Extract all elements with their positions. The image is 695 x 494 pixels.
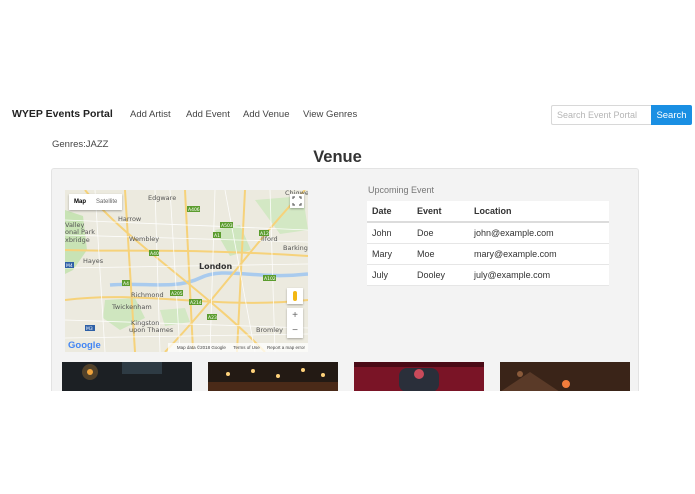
zoom-in-button[interactable]: + [287, 308, 303, 323]
svg-text:M4: M4 [66, 263, 73, 269]
svg-text:A205: A205 [171, 291, 183, 297]
svg-text:A12: A12 [260, 231, 269, 237]
svg-text:London: London [199, 262, 233, 271]
column-header-location: Location [469, 201, 609, 223]
venue-photo-3[interactable] [354, 362, 484, 391]
venue-photo-1[interactable] [62, 362, 192, 391]
svg-text:A503: A503 [221, 223, 233, 229]
map-type-control: Map Satellite [69, 194, 123, 210]
events-table: Date Event Location John Doe john@exampl… [367, 201, 609, 286]
nav-add-artist[interactable]: Add Artist [130, 109, 171, 120]
map-type-satellite[interactable]: Satellite [91, 194, 122, 210]
page-title: Venue [313, 148, 362, 166]
svg-text:Hayes: Hayes [83, 257, 104, 265]
svg-text:Harrow: Harrow [118, 215, 142, 223]
fullscreen-icon[interactable] [290, 194, 304, 208]
svg-text:Edgware: Edgware [148, 194, 176, 202]
svg-text:A23: A23 [208, 315, 217, 321]
svg-text:xbridge: xbridge [65, 236, 90, 244]
cell-event: Dooley [412, 264, 469, 286]
google-logo: Google [68, 340, 101, 351]
map-tiles: Edgware Harrow Wembley Hayes London Rich… [65, 190, 308, 352]
svg-text:Richmond: Richmond [131, 291, 164, 299]
svg-text:A4: A4 [123, 281, 129, 287]
nav-add-event[interactable]: Add Event [186, 109, 230, 120]
svg-text:M3: M3 [86, 326, 93, 332]
cell-location: mary@example.com [469, 243, 609, 265]
table-row: John Doe john@example.com [367, 222, 609, 244]
svg-text:upon Thames: upon Thames [129, 326, 174, 334]
nav-add-venue[interactable]: Add Venue [243, 109, 290, 120]
zoom-out-button[interactable]: − [287, 323, 303, 338]
top-navbar: WYEP Events Portal Add Artist Add Event … [0, 103, 695, 127]
cell-date: Mary [367, 243, 412, 265]
svg-text:Twickenham: Twickenham [111, 303, 152, 311]
table-header-row: Date Event Location [367, 201, 609, 223]
venue-photo-2[interactable] [208, 362, 338, 391]
upcoming-event-label: Upcoming Event [368, 185, 435, 195]
cell-date: John [367, 222, 412, 244]
map-terms-link[interactable]: Terms of Use [233, 345, 260, 350]
venue-map[interactable]: Edgware Harrow Wembley Hayes London Rich… [65, 190, 308, 352]
map-footer: Map data ©2018 Google Terms of Use Repor… [167, 343, 308, 352]
venue-panel: Edgware Harrow Wembley Hayes London Rich… [51, 168, 639, 391]
search-input[interactable] [551, 105, 651, 125]
svg-text:Barking: Barking [283, 244, 308, 252]
cell-location: july@example.com [469, 264, 609, 286]
cell-event: Moe [412, 243, 469, 265]
map-data-credit: Map data ©2018 Google [176, 345, 226, 350]
svg-text:A406: A406 [188, 207, 200, 213]
table-row: July Dooley july@example.com [367, 264, 609, 286]
zoom-control: + − [287, 308, 303, 338]
map-report-link[interactable]: Report a map error [267, 345, 305, 350]
svg-text:onal Park: onal Park [65, 228, 95, 236]
svg-text:A40: A40 [150, 251, 159, 257]
svg-text:A102: A102 [264, 276, 276, 282]
venue-photo-4[interactable] [500, 362, 630, 391]
svg-text:Bromley: Bromley [256, 326, 283, 334]
search-button[interactable]: Search [651, 105, 692, 125]
column-header-event: Event [412, 201, 469, 223]
svg-text:A1: A1 [214, 233, 220, 239]
pegman-icon[interactable] [287, 288, 303, 304]
cell-event: Doe [412, 222, 469, 244]
brand-title[interactable]: WYEP Events Portal [12, 108, 113, 120]
cell-location: john@example.com [469, 222, 609, 244]
svg-text:Wembley: Wembley [129, 235, 159, 243]
column-header-date: Date [367, 201, 412, 223]
nav-view-genres[interactable]: View Genres [303, 109, 357, 120]
map-type-map[interactable]: Map [69, 194, 91, 210]
table-row: Mary Moe mary@example.com [367, 243, 609, 265]
svg-text:A214: A214 [190, 300, 202, 306]
cell-date: July [367, 264, 412, 286]
